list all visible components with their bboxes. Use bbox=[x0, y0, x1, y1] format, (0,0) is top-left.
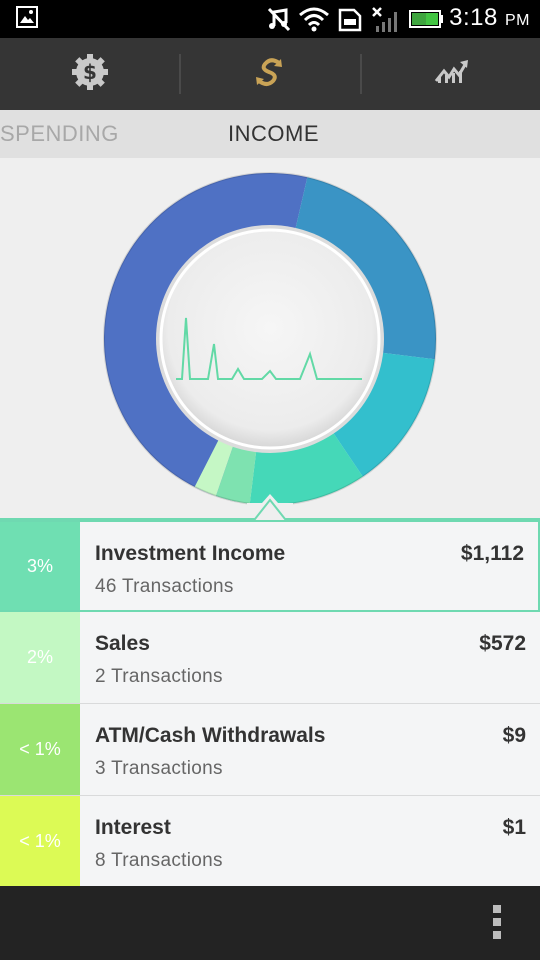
battery-charging-icon bbox=[408, 9, 444, 33]
category-amount: $1,112 bbox=[460, 542, 524, 565]
category-tabs: SPENDING INCOME bbox=[0, 110, 540, 158]
toolbar: $ bbox=[0, 38, 540, 110]
svg-text:$: $ bbox=[83, 60, 97, 84]
bottom-action-bar bbox=[0, 886, 540, 960]
category-amount: $572 bbox=[479, 632, 526, 655]
income-category-list: 3% Investment Income 46 Transactions $1,… bbox=[0, 520, 540, 888]
dollar-gear-icon: $ bbox=[71, 53, 109, 95]
refresh-s-icon bbox=[251, 55, 291, 93]
gallery-notification-icon bbox=[16, 6, 38, 32]
clock: 3:18 PM bbox=[449, 4, 530, 31]
list-item[interactable]: 3% Investment Income 46 Transactions $1,… bbox=[0, 520, 540, 612]
percent-badge: < 1% bbox=[0, 796, 80, 887]
category-amount: $9 bbox=[502, 724, 526, 747]
transaction-count: 46 Transactions bbox=[95, 576, 234, 597]
trends-button[interactable] bbox=[362, 38, 540, 110]
settings-dollar-button[interactable]: $ bbox=[0, 38, 179, 110]
list-item[interactable]: < 1% Interest 8 Transactions $1 bbox=[0, 796, 540, 888]
overflow-menu-icon[interactable] bbox=[493, 905, 503, 941]
trend-chart-icon bbox=[432, 57, 472, 91]
wifi-icon bbox=[298, 6, 330, 36]
sd-card-icon bbox=[338, 6, 362, 36]
donut-center bbox=[159, 228, 381, 450]
percent-badge: < 1% bbox=[0, 704, 80, 795]
percent-badge: 3% bbox=[0, 522, 80, 610]
list-item[interactable]: < 1% ATM/Cash Withdrawals 3 Transactions… bbox=[0, 704, 540, 796]
list-item[interactable]: 2% Sales 2 Transactions $572 bbox=[0, 612, 540, 704]
transaction-count: 8 Transactions bbox=[95, 850, 223, 871]
income-chart-area bbox=[0, 158, 540, 520]
category-amount: $1 bbox=[502, 816, 526, 839]
transaction-count: 2 Transactions bbox=[95, 666, 223, 687]
tab-income[interactable]: INCOME bbox=[228, 121, 319, 147]
tab-spending[interactable]: SPENDING bbox=[0, 121, 119, 147]
category-name: ATM/Cash Withdrawals bbox=[95, 724, 326, 747]
music-muted-icon bbox=[266, 6, 292, 36]
percent-badge: 2% bbox=[0, 612, 80, 703]
income-donut-chart[interactable] bbox=[0, 158, 540, 520]
transaction-count: 3 Transactions bbox=[95, 758, 223, 779]
sync-button[interactable] bbox=[181, 38, 360, 110]
status-bar: 3:18 PM bbox=[0, 0, 540, 38]
category-name: Sales bbox=[95, 632, 150, 655]
category-name: Investment Income bbox=[95, 542, 286, 565]
no-signal-icon bbox=[370, 6, 402, 38]
category-name: Interest bbox=[95, 816, 171, 839]
